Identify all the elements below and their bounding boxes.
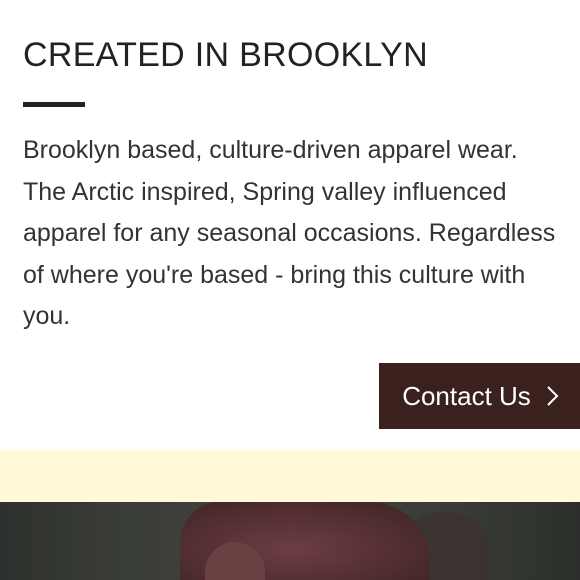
- hero-image: [0, 502, 580, 580]
- contact-us-button[interactable]: Contact Us: [379, 363, 580, 429]
- chevron-right-icon: [545, 385, 559, 407]
- about-section: CREATED IN BROOKLYN Brooklyn based, cult…: [0, 0, 580, 450]
- heading-divider: [23, 102, 85, 107]
- contact-us-label: Contact Us: [402, 380, 531, 411]
- section-description: Brooklyn based, culture-driven apparel w…: [23, 136, 556, 330]
- cream-band: [0, 450, 580, 502]
- section-heading: CREATED IN BROOKLYN: [23, 36, 428, 74]
